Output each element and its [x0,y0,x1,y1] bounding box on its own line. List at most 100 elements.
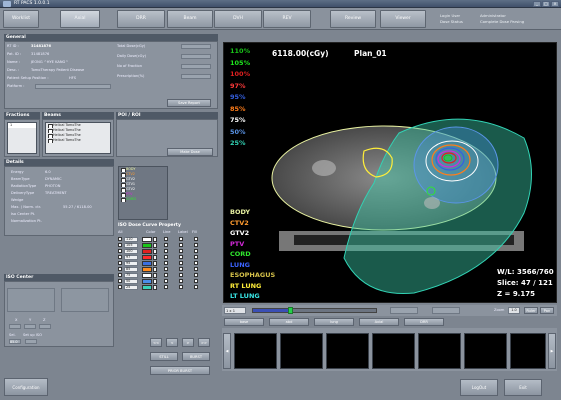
fractions-count-field[interactable] [181,64,211,69]
thumb-prev-button[interactable]: ◀ [223,333,231,369]
iso-x-field[interactable] [9,324,21,329]
series-tab-axial[interactable]: Axial [359,318,399,326]
iso-check[interactable] [118,237,122,241]
iso-option-check[interactable] [194,267,198,271]
iso-check[interactable] [118,279,122,283]
dose-viewer[interactable]: 6118.00(cGy) Plan_01 110% 105% 100% 97% 95% 8… [223,42,557,303]
platform-field[interactable] [35,84,111,89]
ruler-button[interactable]: Ruler [524,307,538,314]
iso-color-dropdown[interactable] [153,249,157,254]
iso-color-swatch[interactable] [142,267,152,272]
iso-color-swatch[interactable] [142,249,152,254]
exit-button[interactable]: Exit [504,379,542,396]
layout-select[interactable]: 1 x 1 [224,307,246,314]
iso-sel-field[interactable]: 85.0 [9,339,21,344]
slice-slider[interactable] [252,307,377,314]
logout-button[interactable]: LogOut [460,379,498,396]
iso-option-check[interactable] [164,237,168,241]
series-tab-drr[interactable]: DRR [404,318,444,326]
total-dose-field[interactable] [181,44,211,49]
iso-option-check[interactable] [164,255,168,259]
iso-option-check[interactable] [164,273,168,277]
iso-color-swatch[interactable] [142,279,152,284]
iso-option-check[interactable] [164,261,168,265]
iso-level-field[interactable]: 85 [124,267,138,272]
first-button[interactable]: << [150,338,162,347]
iso-check[interactable] [118,273,122,277]
iso-option-check[interactable] [179,255,183,259]
list-item[interactable]: CORD [119,197,167,202]
tab-rev[interactable]: REV [263,10,311,28]
iso-option-check[interactable] [179,249,183,253]
iso-level-field[interactable]: 25 [124,285,138,290]
iso-option-check[interactable] [194,237,198,241]
beams-list[interactable]: Helical TomoThe Helical TomoThe Helical … [45,122,111,154]
iso-option-check[interactable] [194,243,198,247]
series-tab-base[interactable]: base [224,318,264,326]
iso-option-check[interactable] [179,279,183,283]
prev-button[interactable]: < [166,338,178,347]
thumbnail[interactable] [464,333,507,369]
daily-dose-field[interactable] [181,54,211,59]
iso-option-check[interactable] [164,267,168,271]
iso-level-field[interactable]: 95 [124,261,138,266]
fractions-list[interactable]: 1 [7,122,37,154]
tab-beam[interactable]: Beam [167,10,213,28]
make-dose-button[interactable]: Make Dose [167,148,213,156]
window-field[interactable] [432,307,460,314]
tab-viewer[interactable]: Viewer [380,10,426,28]
thumb-next-button[interactable]: ▶ [548,333,556,369]
iso-level-field[interactable]: 100 [124,249,138,254]
iso-option-check[interactable] [179,285,183,289]
iso-level-field[interactable]: 110 [124,237,138,242]
iso-color-dropdown[interactable] [153,267,157,272]
thumbnail[interactable] [234,333,277,369]
next-button[interactable]: > [182,338,194,347]
prior-burst-button[interactable]: PRIOR BURST [150,366,210,375]
iso-color-swatch[interactable] [142,261,152,266]
iso-color-swatch[interactable] [142,243,152,248]
prescription-field[interactable] [181,74,211,79]
iso-option-check[interactable] [164,249,168,253]
iso-check[interactable] [118,255,122,259]
iso-y-field[interactable] [24,324,36,329]
list-item[interactable]: Helical TomoThe [46,138,110,143]
series-tab-abd[interactable]: abd [269,318,309,326]
iso-option-check[interactable] [164,285,168,289]
tab-dvh[interactable]: DVH [214,10,262,28]
iso-color-dropdown[interactable] [153,255,157,260]
iso-option-check[interactable] [194,279,198,283]
iso-check[interactable] [118,243,122,247]
tab-axial[interactable]: Axial [60,10,100,28]
iso-color-dropdown[interactable] [153,243,157,248]
iso-option-check[interactable] [194,249,198,253]
iso-option-check[interactable] [179,261,183,265]
pan-button[interactable]: Pan [540,307,554,314]
iso-option-check[interactable] [164,279,168,283]
iso-option-check[interactable] [194,255,198,259]
last-button[interactable]: >> [198,338,210,347]
iso-color-dropdown[interactable] [153,261,157,266]
burst-button[interactable]: BURST [182,352,210,361]
iso-color-swatch[interactable] [142,255,152,260]
iso-z-field[interactable] [39,324,51,329]
iso-color-swatch[interactable] [142,237,152,242]
slider-knob[interactable] [287,307,293,314]
maximize-icon[interactable]: □ [542,1,550,7]
level-field[interactable] [390,307,418,314]
series-tab-lung[interactable]: lung [314,318,354,326]
save-report-button[interactable]: Save Report [167,99,211,107]
zoom-field[interactable]: 1.0 [508,307,520,314]
thumbnail[interactable] [372,333,415,369]
iso-option-check[interactable] [194,261,198,265]
iso-color-dropdown[interactable] [153,285,157,290]
thumbnail[interactable] [418,333,461,369]
thumbnail[interactable] [326,333,369,369]
iso-check[interactable] [118,261,122,265]
minimize-icon[interactable]: _ [533,1,541,7]
iso-color-swatch[interactable] [142,273,152,278]
iso-option-check[interactable] [179,243,183,247]
iso-setup-field[interactable] [25,339,37,344]
close-icon[interactable]: × [551,1,559,7]
iso-option-check[interactable] [179,237,183,241]
